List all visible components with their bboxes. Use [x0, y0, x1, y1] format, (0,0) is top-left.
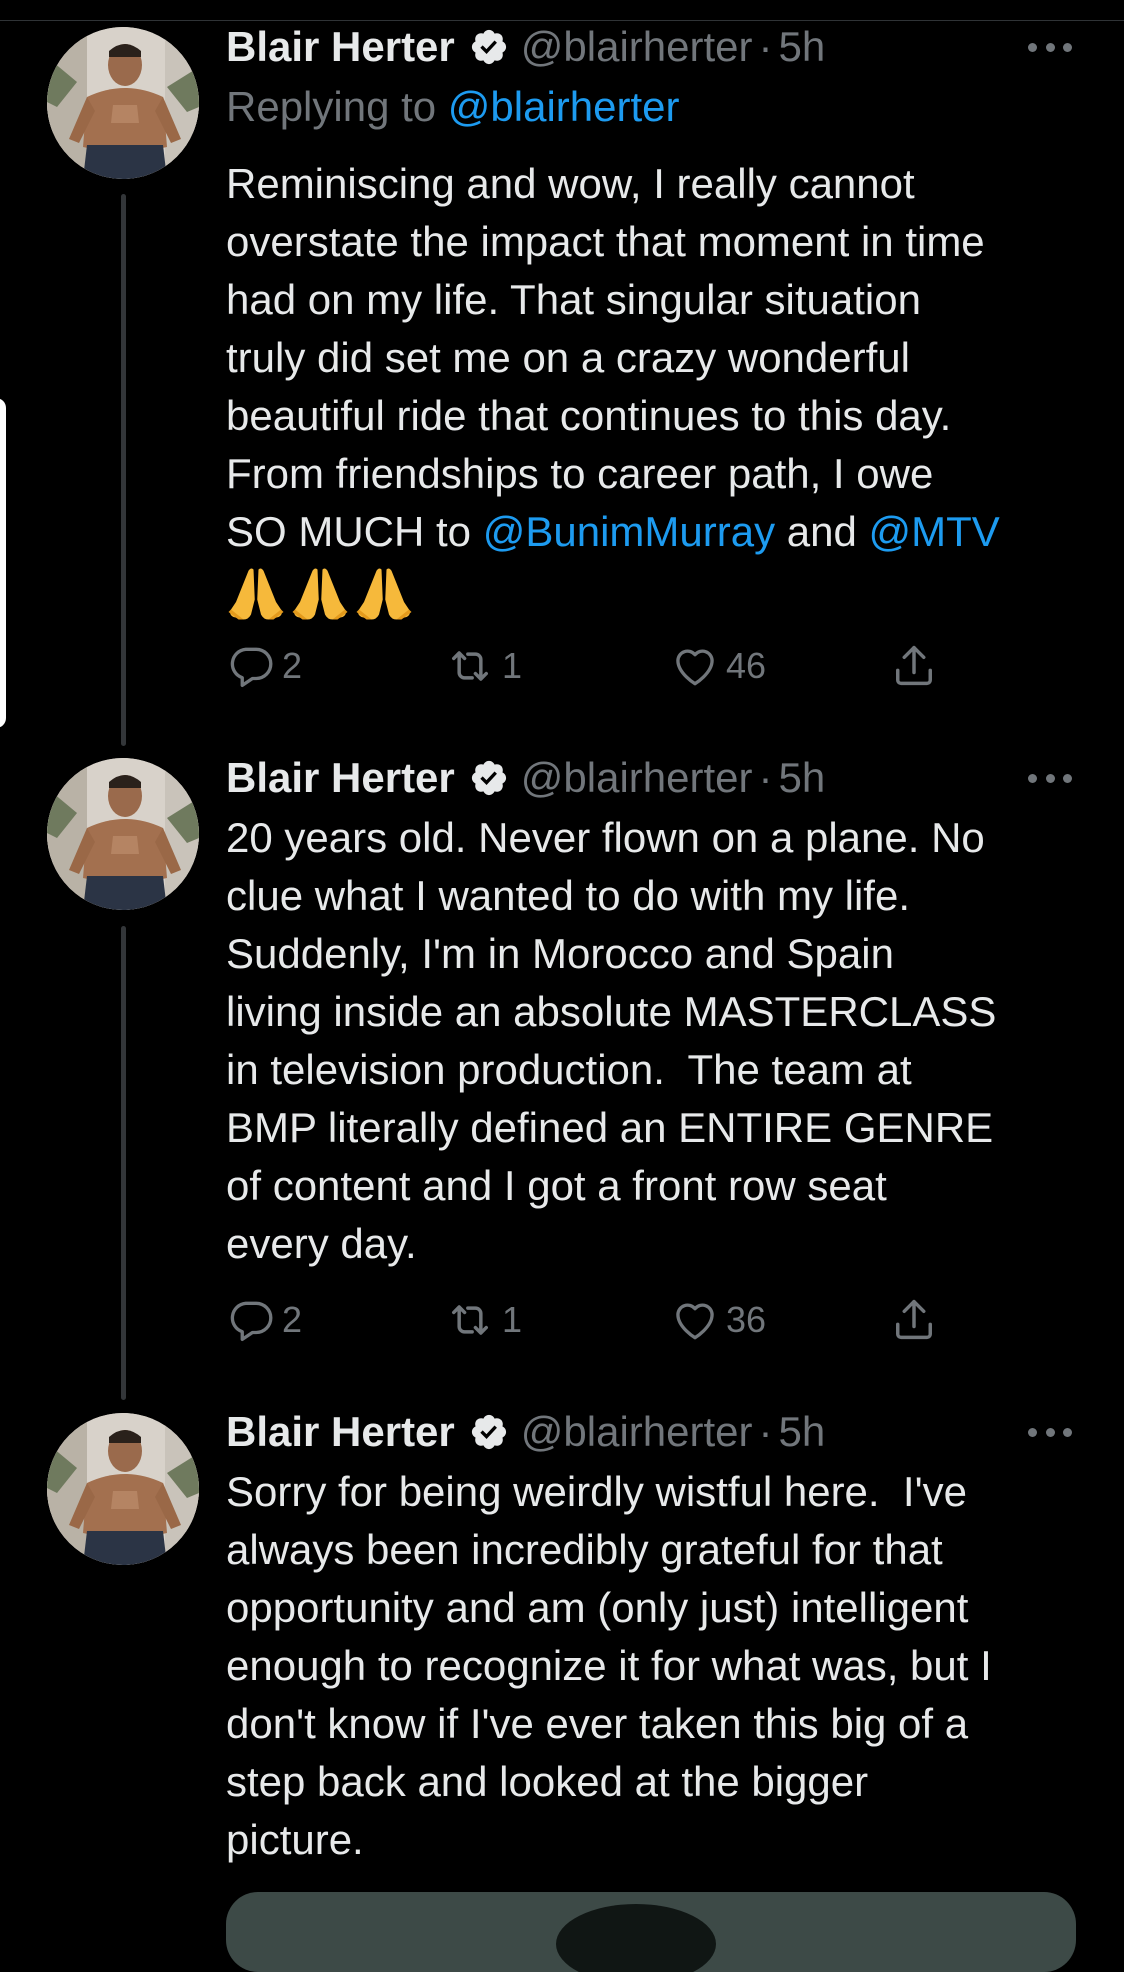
- mention-link-bunimmurray[interactable]: @BunimMurray: [483, 508, 775, 555]
- side-scroll-handle[interactable]: [0, 398, 6, 728]
- tweet-text: Sorry for being weirdly wistful here. I'…: [226, 1463, 1106, 1869]
- tweet-text-line: always been incredibly grateful for that: [226, 1526, 943, 1573]
- media-preview[interactable]: [226, 1892, 1076, 1972]
- folded-hands-emoji: [226, 562, 286, 622]
- reply-bubble-icon: [226, 641, 276, 691]
- tweet-actions: 2 1 46: [226, 638, 966, 694]
- retweet-count: 1: [502, 1299, 523, 1340]
- heart-icon: [670, 641, 720, 691]
- tweet-text-line: step back and looked at the bigger: [226, 1758, 869, 1805]
- avatar-photo: [47, 1413, 199, 1565]
- author-handle[interactable]: @blairherter: [521, 1406, 753, 1458]
- tweet-text: Reminiscing and wow, I really cannot ove…: [226, 155, 1106, 623]
- folded-hands-emoji: [354, 562, 414, 622]
- tweet-text-line: had on my life. That singular situation: [226, 276, 921, 323]
- header-separator: ·: [758, 754, 773, 801]
- share-icon: [888, 1294, 940, 1346]
- folded-hands-emoji: [290, 562, 350, 622]
- text-fragment: SO MUCH to: [226, 508, 483, 555]
- author-handle[interactable]: @blairherter: [521, 21, 753, 73]
- more-dots-icon[interactable]: [1028, 771, 1072, 785]
- tweet-text-line: overstate the impact that moment in time: [226, 218, 985, 265]
- avatar-photo: [47, 758, 199, 910]
- tweet-text-line: every day.: [226, 1220, 417, 1267]
- tweet-timestamp[interactable]: 5h: [778, 752, 825, 804]
- tweet-text-line: BMP literally defined an ENTIRE GENRE: [226, 1104, 994, 1151]
- tweet-text-line: don't know if I've ever taken this big o…: [226, 1700, 969, 1747]
- header-separator: ·: [758, 1408, 773, 1455]
- avatar[interactable]: [47, 27, 199, 179]
- thread-connector-line: [121, 194, 126, 746]
- author-name[interactable]: Blair Herter: [226, 1406, 455, 1458]
- reply-button[interactable]: 2: [226, 1292, 302, 1348]
- tweet-text: 20 years old. Never flown on a plane. No…: [226, 809, 1106, 1273]
- tweet-header: Blair Herter @blairherter · 5h: [226, 1406, 825, 1458]
- text-fragment: and: [775, 508, 869, 555]
- avatar[interactable]: [47, 758, 199, 910]
- retweet-count: 1: [502, 645, 523, 686]
- verified-badge-icon: [469, 27, 509, 67]
- replying-to-label: Replying to: [226, 83, 448, 130]
- mention-link-mtv[interactable]: @MTV: [868, 508, 999, 555]
- verified-badge-icon: [469, 758, 509, 798]
- tweet-text-line-mentions: SO MUCH to @BunimMurray and @MTV: [226, 503, 1106, 561]
- tweet-text-line: truly did set me on a crazy wonderful: [226, 334, 910, 381]
- reply-bubble-icon: [226, 1295, 276, 1345]
- retweet-icon: [444, 640, 496, 692]
- tweet-text-line: clue what I wanted to do with my life.: [226, 872, 910, 919]
- replying-to-handle-link[interactable]: @blairherter: [448, 83, 680, 130]
- share-button[interactable]: [888, 638, 940, 694]
- tweet-text-line: enough to recognize it for what was, but…: [226, 1642, 992, 1689]
- tweet-text-line: in television production. The team at: [226, 1046, 912, 1093]
- share-button[interactable]: [888, 1292, 940, 1348]
- retweet-icon: [444, 1294, 496, 1346]
- header-separator: ·: [758, 23, 773, 70]
- tweet-text-line: opportunity and am (only just) intellige…: [226, 1584, 969, 1631]
- more-dots-icon[interactable]: [1028, 1425, 1072, 1439]
- tweet-header: Blair Herter @blairherter · 5h: [226, 752, 825, 804]
- tweet-text-line: picture.: [226, 1816, 364, 1863]
- retweet-button[interactable]: 1: [444, 1292, 522, 1348]
- like-count: 46: [726, 645, 767, 686]
- heart-icon: [670, 1295, 720, 1345]
- tweet-text-line: Suddenly, I'm in Morocco and Spain: [226, 930, 894, 977]
- retweet-button[interactable]: 1: [444, 638, 522, 694]
- author-name[interactable]: Blair Herter: [226, 21, 455, 73]
- replying-to: Replying to @blairherter: [226, 81, 680, 133]
- share-icon: [888, 640, 940, 692]
- tweet-text-line: Sorry for being weirdly wistful here. I'…: [226, 1468, 967, 1515]
- tweet-text-line: 20 years old. Never flown on a plane. No: [226, 814, 985, 861]
- tweet-text-line: Reminiscing and wow, I really cannot: [226, 160, 915, 207]
- like-button[interactable]: 46: [670, 638, 766, 694]
- avatar[interactable]: [47, 1413, 199, 1565]
- avatar-photo: [47, 27, 199, 179]
- emoji-row: [226, 561, 1106, 623]
- reply-button[interactable]: 2: [226, 638, 302, 694]
- thread-connector-line: [121, 926, 126, 1400]
- media-preview-shape: [556, 1904, 716, 1972]
- reply-count: 2: [282, 1299, 303, 1340]
- more-dots-icon[interactable]: [1028, 40, 1072, 54]
- tweet-text-line: From friendships to career path, I owe: [226, 450, 934, 497]
- tweet-text-line: living inside an absolute MASTERCLASS: [226, 988, 997, 1035]
- author-handle[interactable]: @blairherter: [521, 752, 753, 804]
- reply-count: 2: [282, 645, 303, 686]
- like-button[interactable]: 36: [670, 1292, 766, 1348]
- tweet-text-line: of content and I got a front row seat: [226, 1162, 887, 1209]
- tweet-text-line: beautiful ride that continues to this da…: [226, 392, 952, 439]
- tweet-actions: 2 1 36: [226, 1292, 966, 1348]
- tweet-timestamp[interactable]: 5h: [778, 1406, 825, 1458]
- author-name[interactable]: Blair Herter: [226, 752, 455, 804]
- verified-badge-icon: [469, 1412, 509, 1452]
- tweet-header: Blair Herter @blairherter · 5h: [226, 21, 825, 73]
- tweet-timestamp[interactable]: 5h: [778, 21, 825, 73]
- like-count: 36: [726, 1299, 767, 1340]
